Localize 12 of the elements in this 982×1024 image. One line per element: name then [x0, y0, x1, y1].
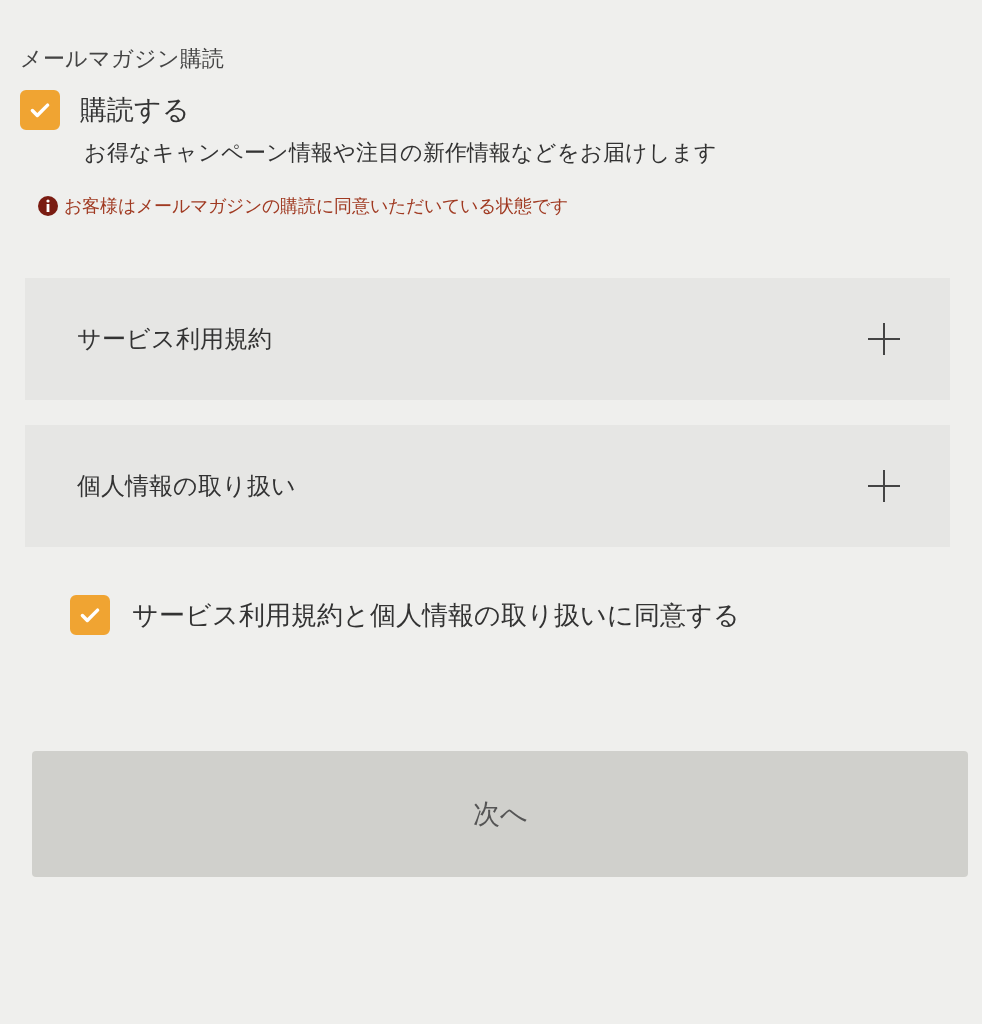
checkbox-label[interactable]: サービス利用規約と個人情報の取り扱いに同意する [132, 597, 740, 633]
section-title: メールマガジン購読 [20, 45, 225, 73]
plus-icon [868, 470, 900, 502]
notice-text: お客様はメールマガジンの購読に同意いただいている状態です [64, 194, 568, 218]
accordion-header[interactable]: 個人情報の取り扱い [25, 425, 950, 547]
plus-icon [868, 323, 900, 355]
description-text: お得なキャンペーン情報や注目の新作情報などをお届けします [84, 139, 718, 167]
checkbox-label[interactable]: 購読する [80, 92, 190, 128]
checkbox[interactable] [70, 595, 110, 635]
checkbox[interactable] [20, 90, 60, 130]
info-icon [38, 196, 58, 216]
accordion-header[interactable]: サービス利用規約 [25, 278, 950, 400]
